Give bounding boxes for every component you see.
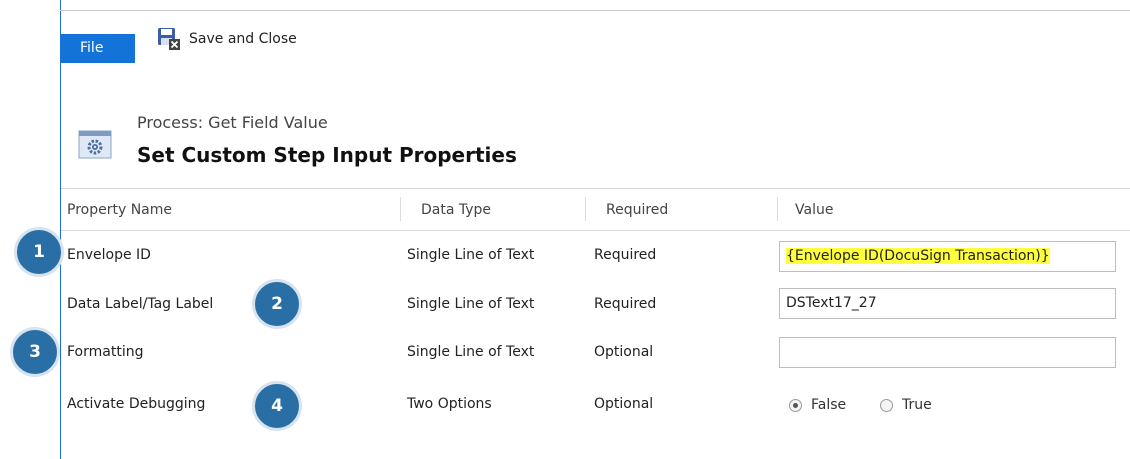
required-status: Required	[594, 247, 657, 263]
radio-false-label: False	[811, 397, 847, 413]
radio-selected-icon	[789, 398, 802, 412]
radio-true-label: True	[902, 397, 932, 413]
callout-badge-1: 1	[14, 227, 64, 277]
callout-badge-2: 2	[252, 279, 302, 329]
data-type: Two Options	[407, 396, 492, 412]
envelope-id-value: {Envelope ID(DocuSign Transaction)}	[786, 248, 1050, 264]
radio-unselected-icon	[880, 398, 893, 412]
data-type: Single Line of Text	[407, 296, 535, 312]
property-name-activate-debugging: Activate Debugging	[67, 396, 206, 412]
property-name-data-label: Data Label/Tag Label	[67, 296, 214, 312]
property-name-envelope-id: Envelope ID	[67, 247, 151, 263]
save-close-icon	[157, 27, 181, 51]
radio-false[interactable]: False	[789, 397, 846, 413]
column-header-value[interactable]: Value	[795, 202, 833, 218]
column-header-data-type[interactable]: Data Type	[421, 202, 491, 218]
page-title: Set Custom Step Input Properties	[137, 143, 517, 167]
column-header-property-name[interactable]: Property Name	[67, 202, 172, 218]
property-name-formatting: Formatting	[67, 344, 144, 360]
process-subtitle: Process: Get Field Value	[137, 113, 328, 132]
column-header-required[interactable]: Required	[606, 202, 668, 218]
table-header: Property Name Data Type Required Value	[61, 188, 1130, 231]
save-close-label: Save and Close	[189, 31, 297, 47]
callout-badge-4: 4	[252, 381, 302, 431]
envelope-id-value-field[interactable]: {Envelope ID(DocuSign Transaction)}	[779, 241, 1116, 272]
required-status: Optional	[594, 344, 654, 360]
required-status: Optional	[594, 396, 654, 412]
required-status: Required	[594, 296, 657, 312]
formatting-value-field[interactable]	[779, 337, 1116, 368]
data-type: Single Line of Text	[407, 247, 535, 263]
column-divider	[585, 197, 586, 221]
ribbon-top-divider	[60, 10, 1130, 11]
column-divider	[777, 197, 778, 221]
process-gear-icon	[78, 128, 112, 160]
file-tab[interactable]: File	[61, 34, 135, 63]
radio-true[interactable]: True	[880, 397, 932, 413]
save-and-close-button[interactable]: Save and Close	[157, 27, 297, 51]
callout-badge-3: 3	[10, 327, 60, 377]
data-label-value-field[interactable]: DSText17_27	[779, 288, 1116, 319]
data-type: Single Line of Text	[407, 344, 535, 360]
column-divider	[400, 197, 401, 221]
